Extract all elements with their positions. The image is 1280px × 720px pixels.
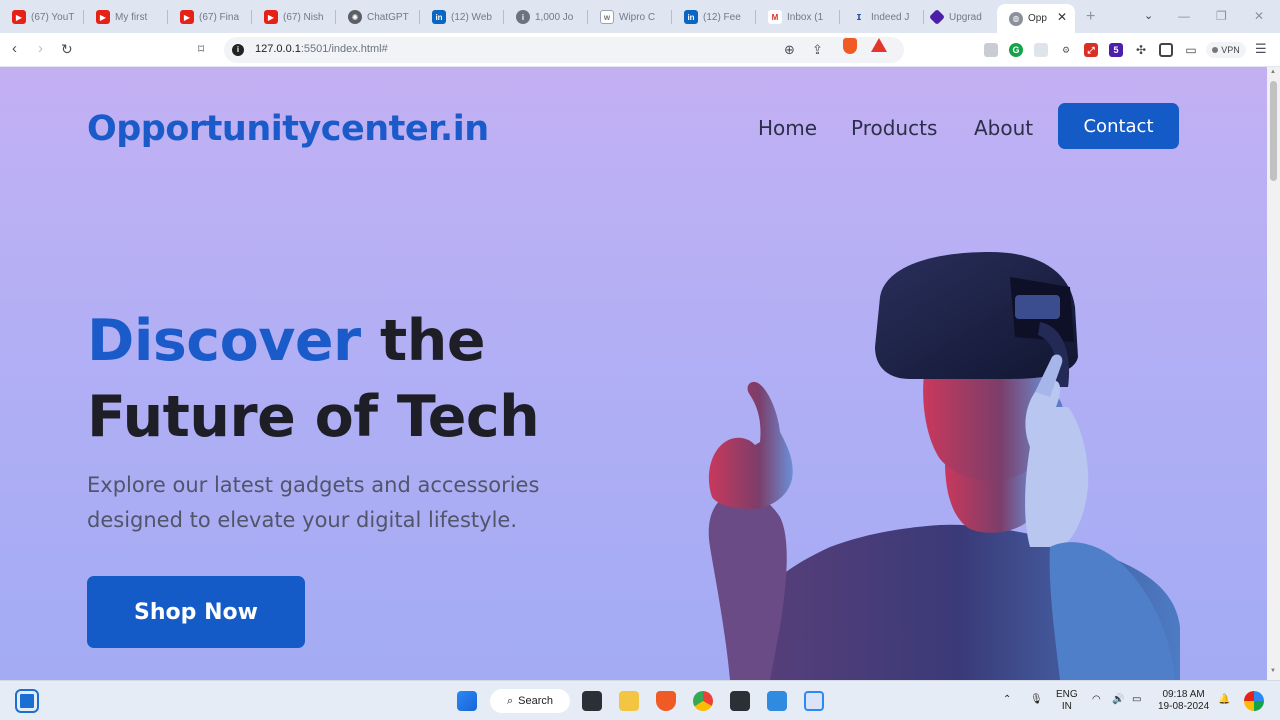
hero-title: Discover the Future of Tech bbox=[87, 303, 540, 455]
hero-subtitle: Explore our latest gadgets and accessori… bbox=[87, 473, 540, 532]
wipro-icon: w bbox=[600, 10, 614, 24]
nav-products[interactable]: Products bbox=[851, 116, 937, 140]
browser-tab[interactable]: ▶ (67) YouT bbox=[0, 4, 84, 30]
upgrad-extension-icon[interactable]: 5 bbox=[1109, 43, 1123, 57]
nav-home[interactable]: Home bbox=[758, 116, 817, 140]
linkedin-icon: in bbox=[684, 10, 698, 24]
window-close-icon[interactable]: ✕ bbox=[1254, 9, 1264, 23]
browser-tab[interactable]: Upgrad bbox=[918, 4, 996, 30]
nav-about[interactable]: About bbox=[974, 116, 1033, 140]
browser-tab[interactable]: ✺ ChatGPT bbox=[336, 4, 420, 30]
file-explorer-icon[interactable] bbox=[619, 691, 639, 711]
browser-tab[interactable]: ▶ (67) Fina bbox=[168, 4, 252, 30]
contact-button[interactable]: Contact bbox=[1058, 103, 1179, 149]
browser-tab[interactable]: in (12) Web bbox=[420, 4, 504, 30]
volume-icon[interactable]: 🔊 bbox=[1112, 694, 1124, 706]
minimize-icon[interactable]: — bbox=[1178, 9, 1190, 23]
brave-shield-icon[interactable] bbox=[843, 38, 857, 54]
reload-icon[interactable]: ↻ bbox=[61, 41, 73, 57]
zoom-icon[interactable]: ⊕ bbox=[784, 42, 795, 58]
youtube-icon: ▶ bbox=[96, 10, 110, 24]
terminal-icon[interactable] bbox=[730, 691, 750, 711]
sidebar-icon[interactable] bbox=[1159, 43, 1173, 57]
hero-title-line2: Future of Tech bbox=[87, 384, 540, 450]
start-icon[interactable] bbox=[457, 691, 477, 711]
browser-tab-active[interactable]: ◍ Opp ✕ bbox=[997, 4, 1075, 33]
info-icon: i bbox=[516, 10, 530, 24]
scroll-down-icon[interactable]: ▼ bbox=[1270, 668, 1276, 674]
browser-toolbar: ‹ › ↻ ⌑ i 127.0.0.1:5501/index.html# ⊕ ⇪… bbox=[0, 33, 1280, 67]
extension-icon[interactable] bbox=[1034, 43, 1048, 57]
notification-icon[interactable]: 🔔 bbox=[1218, 694, 1230, 706]
close-icon[interactable]: ✕ bbox=[1057, 10, 1067, 24]
site-info-icon[interactable]: i bbox=[232, 44, 244, 56]
browser-tab-strip: ▶ (67) YouT ▶ My first ▶ (67) Fina ▶ (67… bbox=[0, 0, 1280, 33]
youtube-icon: ▶ bbox=[12, 10, 26, 24]
pdf-extension-icon[interactable]: ⤢ bbox=[1084, 43, 1098, 57]
grammarly-icon[interactable]: G bbox=[1009, 43, 1023, 57]
share-icon[interactable]: ⇪ bbox=[812, 42, 823, 58]
globe-icon: ◍ bbox=[1009, 11, 1023, 26]
browser-tab[interactable]: ▶ My first bbox=[84, 4, 168, 30]
taskbar-search[interactable]: ⌕ Search bbox=[490, 689, 570, 713]
youtube-icon: ▶ bbox=[264, 10, 278, 24]
brave-icon[interactable] bbox=[656, 691, 676, 711]
task-view-icon[interactable] bbox=[582, 691, 602, 711]
youtube-icon: ▶ bbox=[180, 10, 194, 24]
browser-tab[interactable]: w Wipro C bbox=[588, 4, 672, 30]
battery-icon[interactable]: ▭ bbox=[1132, 694, 1141, 706]
vpn-status-icon bbox=[1212, 47, 1219, 53]
browser-tab[interactable]: M Inbox (1 bbox=[756, 4, 840, 30]
forward-icon[interactable]: › bbox=[38, 41, 43, 57]
chevron-down-icon[interactable]: ⌄ bbox=[1144, 9, 1153, 22]
search-icon: ⌕ bbox=[506, 694, 514, 707]
indeed-icon: ɪ bbox=[856, 11, 862, 23]
puzzle-icon[interactable]: ✣ bbox=[1134, 43, 1148, 57]
clock[interactable]: 09:18 AM 19-08-2024 bbox=[1158, 689, 1209, 713]
back-icon[interactable]: ‹ bbox=[12, 41, 17, 57]
vscode-icon[interactable] bbox=[767, 691, 787, 711]
browser-tab[interactable]: in (12) Fee bbox=[672, 4, 756, 30]
scrollbar-thumb[interactable] bbox=[1270, 81, 1277, 181]
page-viewport: Opportunitycenter.in Home Products About… bbox=[0, 67, 1267, 680]
shield-extension-icon[interactable] bbox=[984, 43, 998, 57]
hero-title-accent: Discover bbox=[87, 308, 361, 374]
gear-icon[interactable]: ⚙ bbox=[1059, 43, 1073, 57]
bookmark-icon[interactable]: ⌑ bbox=[198, 41, 204, 57]
chatgpt-icon: ✺ bbox=[348, 10, 362, 24]
hero-vr-person-image bbox=[708, 252, 1180, 680]
shop-now-button[interactable]: Shop Now bbox=[87, 576, 305, 648]
microphone-icon[interactable]: 🎙 bbox=[1030, 694, 1043, 706]
windows-taskbar: ⌕ Search ⌃ 🎙 ENG IN ◠ 🔊 ▭ 09:18 AM 19-08-2… bbox=[0, 680, 1280, 720]
snipping-tool-icon[interactable] bbox=[804, 691, 824, 711]
page-scrollbar[interactable]: ▲ ▼ bbox=[1267, 67, 1280, 680]
restore-icon[interactable]: ❐ bbox=[1216, 9, 1227, 23]
copilot-icon[interactable] bbox=[1244, 691, 1264, 711]
browser-tab[interactable]: ▶ (67) Nish bbox=[252, 4, 336, 30]
new-tab-icon[interactable]: + bbox=[1086, 8, 1095, 26]
language-indicator[interactable]: ENG IN bbox=[1056, 689, 1078, 713]
menu-icon[interactable]: ☰ bbox=[1255, 41, 1267, 57]
widgets-icon[interactable] bbox=[15, 689, 39, 713]
address-bar[interactable]: i 127.0.0.1:5501/index.html# ⊕ ⇪ bbox=[224, 37, 904, 63]
wallet-icon[interactable]: ▭ bbox=[1184, 43, 1198, 57]
browser-tab[interactable]: i 1,000 Jo bbox=[504, 4, 588, 30]
chrome-icon[interactable] bbox=[693, 691, 713, 711]
upgrad-icon bbox=[929, 9, 945, 25]
brave-rewards-icon[interactable] bbox=[871, 38, 887, 52]
vpn-button[interactable]: VPN bbox=[1206, 42, 1246, 58]
linkedin-icon: in bbox=[432, 10, 446, 24]
hero-title-rest: the bbox=[360, 308, 486, 374]
wifi-icon[interactable]: ◠ bbox=[1092, 694, 1101, 706]
url-text[interactable]: 127.0.0.1:5501/index.html# bbox=[255, 43, 388, 55]
site-logo[interactable]: Opportunitycenter.in bbox=[87, 109, 489, 149]
chevron-up-icon[interactable]: ⌃ bbox=[1003, 694, 1011, 706]
gmail-icon: M bbox=[768, 10, 782, 24]
browser-tab[interactable]: ɪ Indeed J bbox=[840, 4, 924, 30]
scroll-up-icon[interactable]: ▲ bbox=[1270, 69, 1276, 75]
